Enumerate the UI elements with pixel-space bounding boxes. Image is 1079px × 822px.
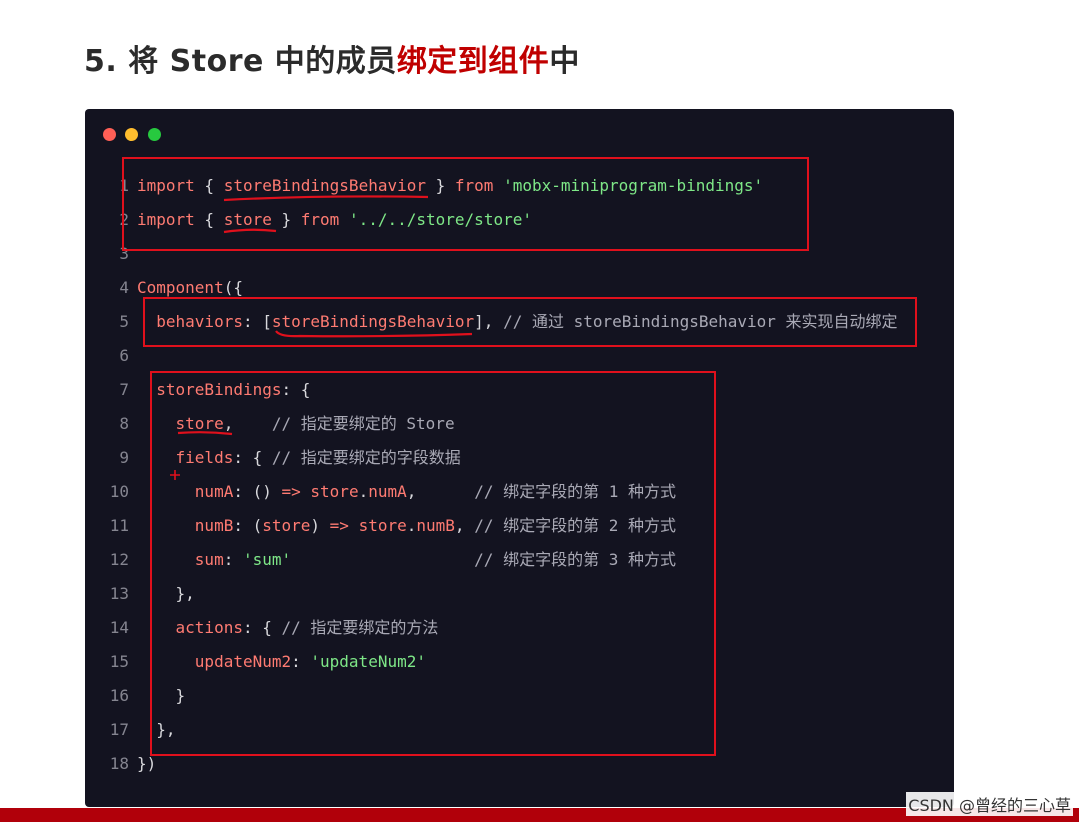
underline-store-field xyxy=(177,431,233,436)
watermark: CSDN @曾经的三心草 xyxy=(906,792,1073,816)
underline-store-import xyxy=(223,228,277,234)
cursor-cross-icon xyxy=(170,470,180,480)
underline-annotations xyxy=(170,195,473,480)
underline-store-bindings-behavior xyxy=(223,195,429,202)
underline-behavior-array xyxy=(275,330,473,338)
